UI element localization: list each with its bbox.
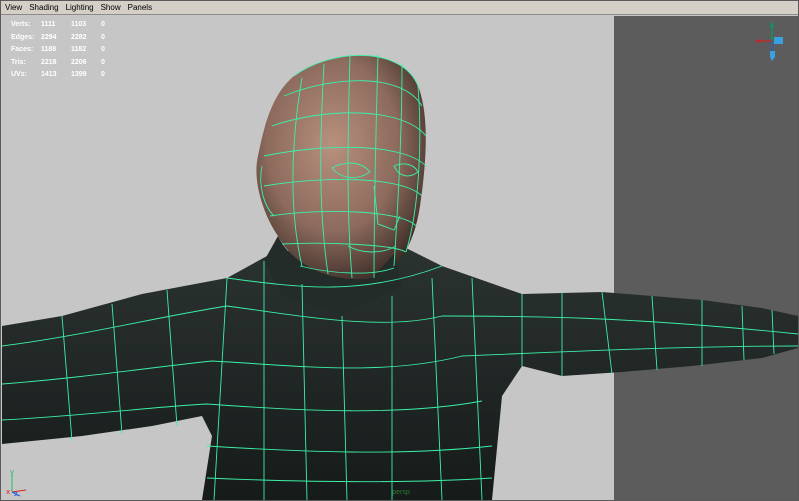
menu-shading[interactable]: Shading — [29, 1, 58, 15]
menu-view[interactable]: View — [5, 1, 22, 15]
background-wall — [614, 16, 798, 500]
camera-name-label: persp — [392, 489, 410, 496]
menu-show[interactable]: Show — [101, 1, 121, 15]
hud-row-faces: Faces: 1188 1182 0 — [11, 46, 105, 53]
hud-row-tris: Tris: 2218 2206 0 — [11, 58, 105, 66]
svg-text:y: y — [771, 21, 774, 27]
perspective-viewport[interactable]: Verts: 1111 1103 0 Edges: 2294 2282 0 Fa… — [2, 16, 798, 500]
menu-lighting[interactable]: Lighting — [66, 1, 94, 15]
poly-count-hud: Verts: 1111 1103 0 Edges: 2294 2282 0 Fa… — [11, 19, 115, 82]
character-mesh-render — [2, 16, 798, 500]
panel-menubar: View Shading Lighting Show Panels — [1, 1, 798, 15]
hud-row-edges: Edges: 2294 2282 0 — [11, 33, 105, 41]
hud-row-uvs: UVs: 1413 1399 0 — [11, 71, 105, 78]
axis-x-label: x — [6, 488, 10, 496]
menu-panels[interactable]: Panels — [128, 1, 152, 15]
hud-row-verts: Verts: 1111 1103 0 — [11, 21, 105, 28]
axis-triad-icon: y x z — [6, 468, 27, 498]
axis-z-label: z — [14, 490, 18, 498]
axis-y-label: y — [10, 468, 14, 476]
maya-window: View Shading Lighting Show Panels Verts:… — [0, 0, 799, 501]
view-cube-icon[interactable]: y — [750, 21, 790, 61]
